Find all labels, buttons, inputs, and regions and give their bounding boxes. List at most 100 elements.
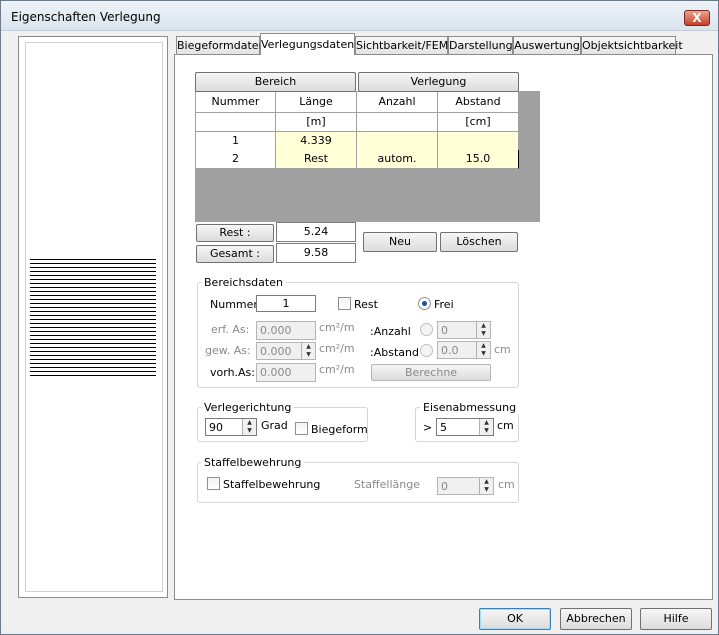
abbrechen-button[interactable]: Abbrechen <box>560 608 632 630</box>
grid-header-nummer: Nummer <box>195 92 276 113</box>
nummer-input[interactable]: 1 <box>256 295 316 312</box>
grid-cell-anzahl[interactable]: autom. <box>357 150 438 169</box>
spin-up-icon: ▲ <box>247 419 252 426</box>
verlegerichtung-unit: Grad <box>261 419 288 432</box>
spin-down-icon: ▼ <box>247 427 252 434</box>
grid-cell-anzahl[interactable] <box>357 132 438 151</box>
nummer-label: Nummer: <box>210 298 262 311</box>
gesamt-button[interactable]: Gesamt : <box>196 245 274 263</box>
gew-as-spinner[interactable]: ▲ ▼ <box>301 343 315 359</box>
staffelbewehrung-checkbox[interactable] <box>207 477 220 490</box>
tab-biegeformdaten[interactable]: Biegeformdaten <box>176 36 266 55</box>
eisenabmessung-title: Eisenabmessung <box>420 401 520 414</box>
gesamt-value: 9.58 <box>276 243 356 263</box>
ok-button[interactable]: OK <box>479 608 551 630</box>
grid-cell-abstand[interactable]: 15.0 <box>438 150 519 169</box>
eisenabmessung-unit: cm <box>497 419 514 432</box>
tab-auswertung[interactable]: Auswertung <box>513 36 581 55</box>
staffelbewehrung-checkbox-label: Staffelbewehrung <box>223 478 321 491</box>
biegeform-checkbox[interactable] <box>295 422 308 435</box>
frei-radio[interactable] <box>418 297 431 310</box>
staffellaenge-label: Staffellänge <box>354 478 420 491</box>
rest-value: 5.24 <box>276 222 356 242</box>
verlegung-button[interactable]: Verlegung <box>358 72 519 92</box>
verlegerichtung-spinner[interactable]: ▲ ▼ <box>242 419 256 435</box>
grid-cell-laenge[interactable]: 4.339 <box>276 132 357 151</box>
spin-up-icon: ▲ <box>481 322 486 329</box>
abstand-value: 0.0 <box>441 344 459 357</box>
grid-cell-nummer[interactable]: 2 <box>195 150 276 169</box>
spin-up-icon: ▲ <box>481 342 486 349</box>
gew-as-unit: cm²/m <box>319 342 355 355</box>
grid-unit-laenge: [m] <box>276 113 357 132</box>
tab-sichtbarkeit-fem[interactable]: Sichtbarkeit/FEM <box>355 36 448 55</box>
rebar-preview <box>30 259 156 377</box>
verlegerichtung-input[interactable]: 90 ▲ ▼ <box>205 418 257 436</box>
close-button[interactable]: X <box>684 10 710 26</box>
tab-darstellung[interactable]: Darstellung <box>448 36 513 55</box>
radio-selected-dot <box>422 301 427 306</box>
anzahl-radio[interactable] <box>420 323 433 336</box>
spin-down-icon: ▼ <box>481 330 486 337</box>
title-bar: Eigenschaften Verlegung X <box>1 1 718 31</box>
staffellaenge-spinner[interactable]: ▲ ▼ <box>479 478 493 494</box>
verlegerichtung-value: 90 <box>209 421 223 434</box>
spin-down-icon: ▼ <box>481 350 486 357</box>
grid-unit-nummer <box>195 113 276 132</box>
verlegerichtung-title: Verlegerichtung <box>201 401 295 414</box>
berechne-button[interactable]: Berechne <box>371 364 491 381</box>
grid-cell-abstand[interactable] <box>438 132 519 151</box>
grid-cell-nummer[interactable]: 1 <box>195 132 276 151</box>
spin-up-icon: ▲ <box>306 343 311 350</box>
grid-cell-laenge[interactable]: Rest <box>276 150 357 169</box>
abstand-unit: cm <box>494 343 511 356</box>
hilfe-button[interactable]: Hilfe <box>640 608 712 630</box>
bereichsdaten-title: Bereichsdaten <box>201 276 286 289</box>
abstand-input[interactable]: 0.0 ▲ ▼ <box>437 341 491 359</box>
spin-up-icon: ▲ <box>484 419 489 426</box>
abstand-label: :Abstand <box>370 346 419 359</box>
grid-unit-abstand: [cm] <box>438 113 519 132</box>
abstand-spinner[interactable]: ▲ ▼ <box>476 342 490 358</box>
rest-button[interactable]: Rest : <box>196 224 274 242</box>
rest-checkbox-label: Rest <box>354 298 378 311</box>
eisenabmessung-value: 5 <box>440 421 447 434</box>
erf-as-input[interactable]: 0.000 <box>256 321 316 340</box>
abstand-radio[interactable] <box>420 344 433 357</box>
anzahl-input[interactable]: 0 ▲ ▼ <box>437 321 491 339</box>
anzahl-spinner[interactable]: ▲ ▼ <box>476 322 490 338</box>
grid-header-laenge: Länge <box>276 92 357 113</box>
eisenabmessung-spinner[interactable]: ▲ ▼ <box>479 419 493 435</box>
eisenabmessung-prefix: > <box>423 421 433 434</box>
spin-down-icon: ▼ <box>306 351 311 358</box>
anzahl-label: :Anzahl <box>370 325 411 338</box>
staffelbewehrung-title: Staffelbewehrung <box>201 456 305 469</box>
erf-as-unit: cm²/m <box>319 321 355 334</box>
spin-up-icon: ▲ <box>484 478 489 485</box>
window-title: Eigenschaften Verlegung <box>11 10 161 24</box>
spin-down-icon: ▼ <box>484 486 489 493</box>
grid-unit-anzahl <box>357 113 438 132</box>
bereich-button[interactable]: Bereich <box>195 72 356 92</box>
anzahl-value: 0 <box>441 324 448 337</box>
vorh-as-input[interactable]: 0.000 <box>256 363 316 382</box>
grid-header-abstand: Abstand <box>438 92 519 113</box>
gew-as-input[interactable]: 0.000 ▲ ▼ <box>256 342 316 360</box>
grid-header-anzahl: Anzahl <box>357 92 438 113</box>
tab-objektsichtbarkeit[interactable]: Objektsichtbarkeit <box>581 36 683 55</box>
biegeform-label: Biegeform <box>311 423 368 436</box>
staffellaenge-input[interactable]: 0 ▲ ▼ <box>437 477 494 495</box>
staffellaenge-unit: cm <box>498 478 515 491</box>
eisenabmessung-input[interactable]: 5 ▲ ▼ <box>436 418 494 436</box>
gew-as-value: 0.000 <box>260 345 292 358</box>
neu-button[interactable]: Neu <box>363 232 437 252</box>
gew-as-label: gew. As: <box>205 344 251 357</box>
vorh-as-unit: cm²/m <box>319 363 355 376</box>
erf-as-label: erf. As: <box>211 323 250 336</box>
loeschen-button[interactable]: Löschen <box>440 232 518 252</box>
frei-radio-label: Frei <box>434 298 454 311</box>
vorh-as-label: vorh.As: <box>210 366 255 379</box>
spin-down-icon: ▼ <box>484 427 489 434</box>
rest-checkbox[interactable] <box>338 297 351 310</box>
tab-verlegungsdaten[interactable]: Verlegungsdaten <box>260 33 355 55</box>
